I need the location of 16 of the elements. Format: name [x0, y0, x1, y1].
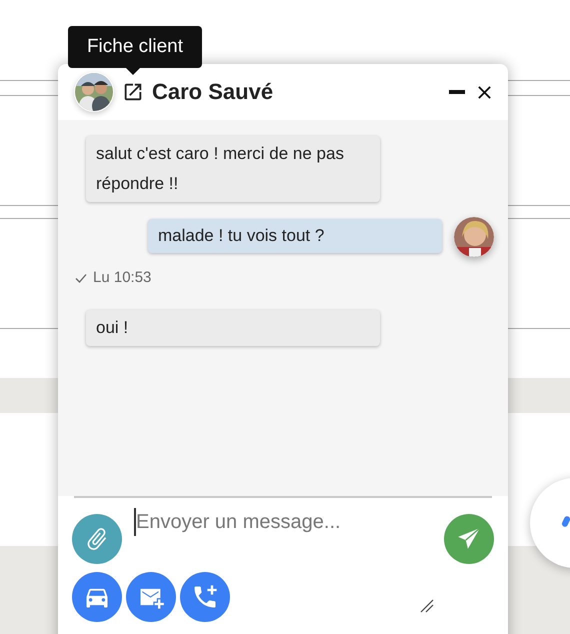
- message-status: Lu 10:53: [93, 269, 152, 286]
- attach-button[interactable]: [72, 514, 122, 564]
- message-bubble: oui !: [86, 310, 380, 346]
- message-bubble: salut c'est caro ! merci de ne pas répondre !!: [86, 136, 380, 202]
- close-icon[interactable]: [477, 84, 492, 100]
- tooltip: Fiche client: [68, 26, 202, 68]
- message-bubble: malade ! tu vois tout ?: [148, 219, 442, 253]
- send-button[interactable]: [444, 514, 494, 564]
- tooltip-arrow: [126, 68, 140, 75]
- car-button[interactable]: [72, 572, 122, 622]
- new-email-button[interactable]: [126, 572, 176, 622]
- resize-handle-icon[interactable]: [420, 599, 434, 613]
- add-call-button[interactable]: [180, 572, 230, 622]
- chat-title: Caro Sauvé: [152, 79, 274, 105]
- external-link-icon[interactable]: [122, 81, 144, 103]
- message-input[interactable]: Envoyer un message...: [134, 508, 432, 536]
